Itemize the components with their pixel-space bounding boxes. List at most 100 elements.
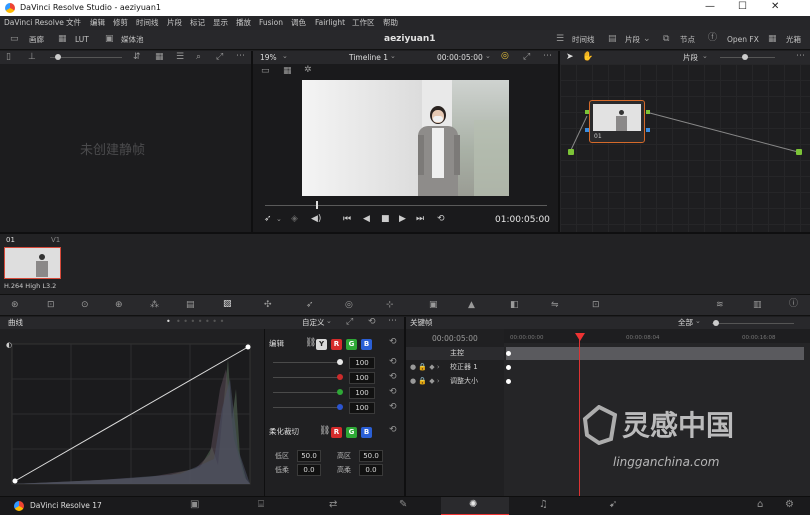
link-icon[interactable]: ⛓ — [305, 339, 316, 348]
sync-icon[interactable]: ◎ — [501, 52, 509, 61]
channel-chip-r[interactable]: R — [331, 339, 342, 350]
intensity-slider-knob[interactable] — [337, 359, 343, 365]
qualifier-icon[interactable]: ➶ — [306, 301, 314, 310]
more-icon[interactable]: ⋯ — [388, 317, 397, 326]
page-dot-active[interactable]: • — [166, 318, 171, 326]
timeline-name[interactable]: Timeline 1 — [349, 54, 388, 62]
intensity-slider-knob[interactable] — [337, 374, 343, 380]
search-icon[interactable]: ⌕ — [196, 53, 201, 62]
cut-page-icon[interactable]: ⌸ — [258, 499, 264, 510]
low-input[interactable]: 50.0 — [297, 450, 321, 462]
curve-editor[interactable]: ◐ — [0, 329, 264, 496]
reset-icon[interactable]: ⟲ — [389, 338, 397, 347]
keyframes-icon[interactable]: ≋ — [716, 301, 724, 310]
list-view-icon[interactable]: ☰ — [176, 53, 184, 62]
minimize-button[interactable]: — — [705, 2, 715, 12]
color-wheels-icon[interactable]: ⊛ — [11, 301, 19, 310]
window-icon[interactable]: ◎ — [345, 301, 353, 310]
grab-still-icon[interactable]: ⊥ — [28, 53, 36, 62]
track-master[interactable]: 主控 — [450, 350, 464, 357]
video-frame[interactable] — [302, 80, 509, 196]
more-icon[interactable]: ⋯ — [236, 52, 245, 61]
soft-clip-chip-r[interactable]: R — [331, 427, 342, 438]
gallery-button[interactable]: 画廊 — [29, 36, 44, 44]
3d-icon[interactable]: ⊡ — [592, 301, 600, 310]
play-reverse-icon[interactable]: ◀ — [363, 215, 370, 224]
curve-handle-icon[interactable]: ◐ — [6, 342, 12, 349]
channel-chip-b[interactable]: B — [361, 339, 372, 350]
menu-edit[interactable]: 编辑 — [90, 19, 105, 27]
keyframe-zoom-slider[interactable] — [712, 323, 794, 324]
master-keyframe-bar[interactable] — [506, 347, 804, 360]
sort-icon[interactable]: ⇵ — [133, 53, 141, 62]
expand-icon[interactable]: ⤢ — [216, 53, 223, 62]
output-dot[interactable] — [796, 149, 802, 155]
track-corrector-1[interactable]: 校正器 1 — [450, 364, 478, 371]
intensity-slider-track[interactable] — [273, 362, 339, 363]
hand-icon[interactable]: ✋ — [582, 53, 593, 62]
track-controls[interactable]: ● 🔒 ◆ › — [410, 378, 440, 385]
clip-thumbnail[interactable] — [4, 247, 61, 279]
intensity-slider-track[interactable] — [273, 377, 339, 378]
loop-icon[interactable]: ⟲ — [437, 215, 445, 224]
reset-icon[interactable]: ⟲ — [389, 373, 397, 382]
intensity-value-input[interactable]: 100 — [349, 387, 375, 399]
keyframe-playhead[interactable] — [578, 333, 580, 496]
playhead-handle[interactable] — [574, 333, 585, 341]
keyframe-marker[interactable] — [506, 379, 511, 384]
thumb-size-knob[interactable] — [55, 54, 61, 60]
fairlight-page-icon[interactable]: ♫ — [539, 499, 548, 510]
pointer-icon[interactable]: ➤ — [566, 53, 574, 62]
scrubber-track[interactable] — [265, 205, 547, 206]
high-soft-input[interactable]: 0.0 — [359, 464, 383, 476]
scopes-icon[interactable]: ▥ — [753, 301, 762, 310]
reset-icon[interactable]: ⟲ — [389, 358, 397, 367]
intensity-value-input[interactable]: 100 — [349, 372, 375, 384]
panel-toggle-icon[interactable]: ▯ — [6, 53, 11, 62]
page-dots[interactable]: • • • • • • • — [176, 318, 224, 326]
menu-clip[interactable]: 片段 — [167, 19, 182, 27]
layers-icon[interactable]: ◈ — [291, 215, 298, 224]
sizing-icon[interactable]: ⇋ — [551, 301, 559, 310]
link-icon[interactable]: ⛓ — [319, 427, 330, 436]
intensity-slider-knob[interactable] — [337, 389, 343, 395]
reset-icon[interactable]: ⟲ — [389, 388, 397, 397]
close-button[interactable]: ✕ — [771, 2, 779, 12]
timeline-button[interactable]: 时间线 — [572, 36, 595, 44]
menu-timeline[interactable]: 时间线 — [136, 19, 159, 27]
expand-icon[interactable]: ⤢ — [523, 53, 530, 62]
warper-icon[interactable]: ✣ — [264, 301, 272, 310]
reset-icon[interactable]: ⟲ — [389, 403, 397, 412]
nodes-button[interactable]: 节点 — [680, 36, 695, 44]
menu-mark[interactable]: 标记 — [190, 19, 205, 27]
menu-workspace[interactable]: 工作区 — [352, 19, 375, 27]
primaries-icon[interactable]: ⊕ — [115, 301, 123, 310]
menu-fairlight[interactable]: Fairlight — [315, 19, 345, 27]
magic-mask-icon[interactable]: ▣ — [429, 301, 438, 310]
info-icon[interactable]: ⓘ — [789, 300, 798, 309]
keyframes-filter[interactable]: 全部 — [678, 319, 693, 327]
deliver-page-icon[interactable]: ➹ — [609, 499, 617, 510]
split-view-icon[interactable]: ▭ — [261, 67, 270, 76]
menu-playback[interactable]: 播放 — [236, 19, 251, 27]
menu-color[interactable]: 调色 — [291, 19, 306, 27]
reset-icon[interactable]: ⟲ — [389, 426, 397, 435]
node-mode-select[interactable]: 片段 — [683, 54, 698, 62]
rgb-mixer-icon[interactable]: ▤ — [186, 301, 195, 310]
tracker-icon[interactable]: ⊹ — [386, 301, 394, 310]
channel-chip-g[interactable]: G — [346, 339, 357, 350]
menu-view[interactable]: 显示 — [213, 19, 228, 27]
stop-icon[interactable]: ■ — [381, 215, 390, 224]
intensity-value-input[interactable]: 100 — [349, 357, 375, 369]
menu-help[interactable]: 帮助 — [383, 19, 398, 27]
curves-preset[interactable]: 自定义 — [302, 319, 325, 327]
keyframe-marker[interactable] — [506, 365, 511, 370]
wipe-icon[interactable]: ▦ — [283, 67, 292, 76]
zoom-level[interactable]: 19% — [260, 54, 277, 62]
grid-view-icon[interactable]: ▦ — [155, 53, 164, 62]
curve-graph[interactable] — [0, 329, 264, 496]
color-picker-icon[interactable]: ➶ — [264, 215, 272, 224]
track-controls[interactable]: ● 🔒 ◆ › — [410, 364, 440, 371]
intensity-slider-track[interactable] — [273, 407, 339, 408]
highlight-icon[interactable]: ✲ — [304, 66, 312, 75]
